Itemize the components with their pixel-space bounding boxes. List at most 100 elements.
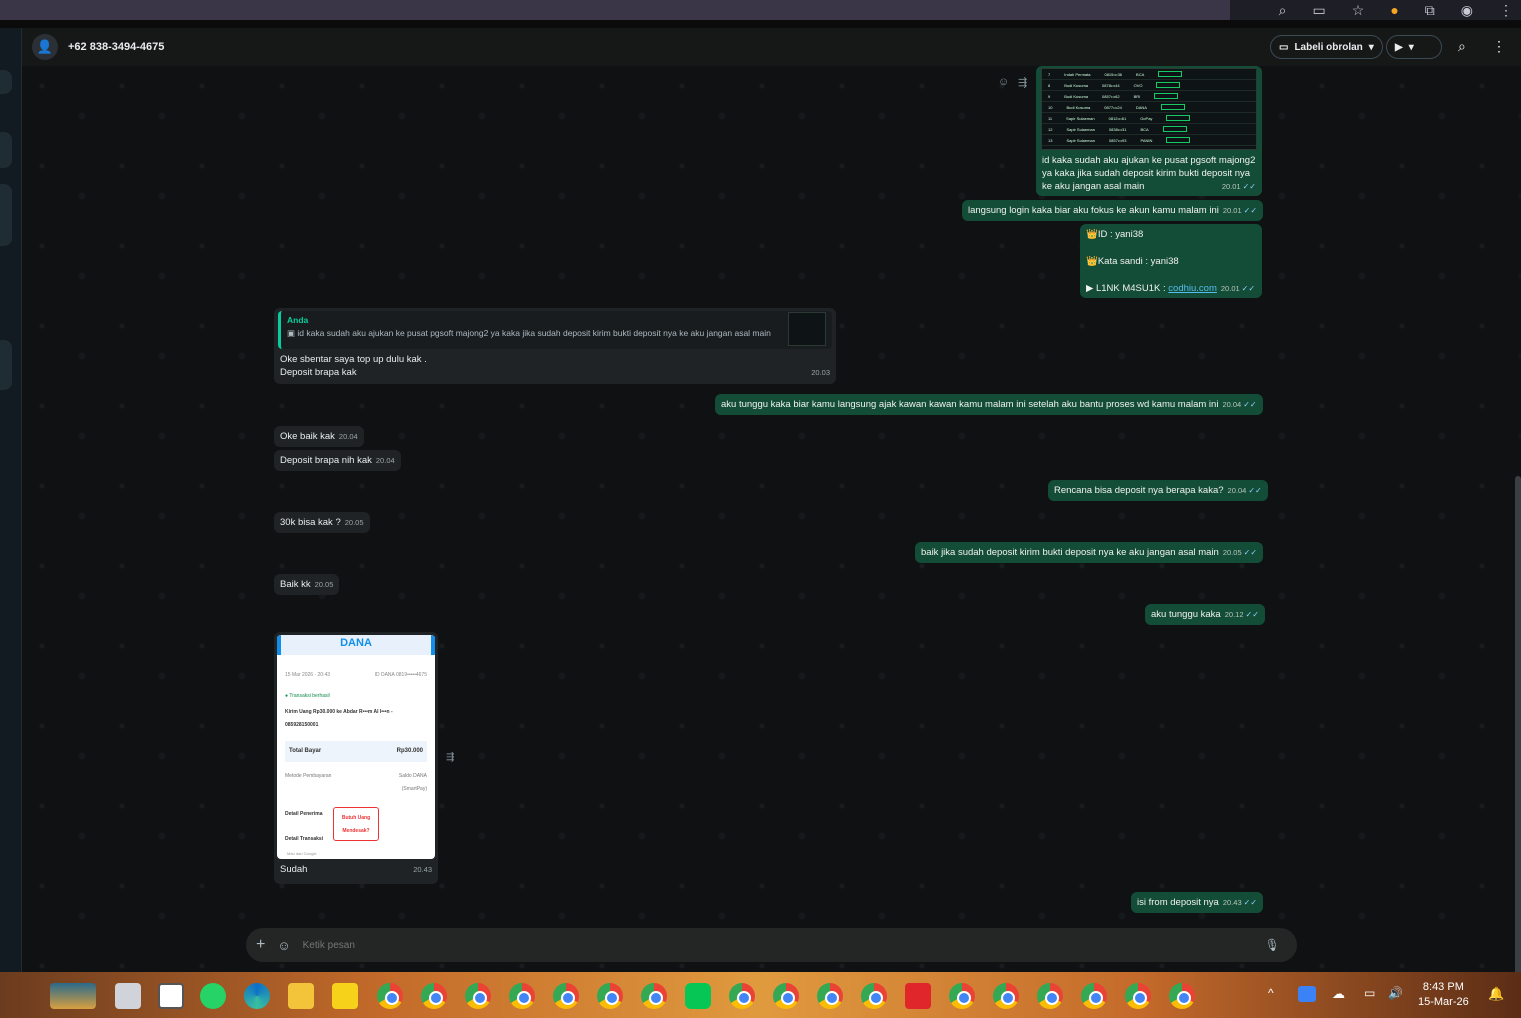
- zoom-icon[interactable]: ⌕: [1279, 2, 1287, 19]
- leaderboard-image[interactable]: 7 Indah Permata 0815•••36 BCA 8 Budi Kusuma 0…: [1041, 68, 1257, 150]
- message-bubble-out[interactable]: 7 Indah Permata 0815•••36 BCA 8 Budi Kusuma 0…: [1036, 66, 1262, 196]
- message-text: Deposit brapa nih kak: [280, 455, 372, 466]
- attach-plus-icon[interactable]: +: [256, 936, 265, 954]
- chat-scrollbar[interactable]: [1515, 476, 1521, 972]
- search-icon[interactable]: ⌕: [1458, 38, 1466, 55]
- message-bubble-out[interactable]: langsung login kaka biar aku fokus ke ak…: [962, 200, 1264, 221]
- chrome-icon[interactable]: [1037, 983, 1063, 1009]
- microphone-icon[interactable]: 🎙: [1265, 938, 1280, 952]
- wps-office-icon[interactable]: [905, 983, 931, 1009]
- dana-brand-text: DANA: [340, 637, 372, 649]
- clock-date: 15-Mar-26: [1418, 996, 1469, 1008]
- message-text: Oke sbentar saya top up dulu kak .: [280, 354, 427, 365]
- message-bubble-in[interactable]: Anda ▣ id kaka sudah aku ajukan ke pusat…: [274, 308, 836, 384]
- clock[interactable]: 8:43 PM 15-Mar-26: [1418, 980, 1469, 1010]
- login-id-text: ID : yani38: [1097, 229, 1144, 240]
- sticky-notes-icon[interactable]: [332, 983, 358, 1009]
- chat-area: ☺ ⇶ 7 Indah Permata 0815•••36 BCA 8 Budi Kus…: [22, 66, 1521, 972]
- label-chat-button[interactable]: ▭ Labeli obrolan ▾: [1270, 35, 1383, 59]
- extension-icon[interactable]: ●: [1390, 2, 1398, 18]
- edge-icon[interactable]: [244, 983, 270, 1009]
- message-bubble-in[interactable]: 30k bisa kak ? 20.05: [274, 512, 370, 533]
- chrome-icon[interactable]: [773, 983, 799, 1009]
- notification-icon[interactable]: 🔔: [1488, 986, 1504, 1002]
- tray-chevron-up-icon[interactable]: ^: [1268, 986, 1274, 1000]
- cast-icon[interactable]: ▭: [1313, 2, 1326, 19]
- message-bubble-in[interactable]: Baik kk 20.05: [274, 574, 340, 595]
- chrome-icon[interactable]: [993, 983, 1019, 1009]
- quote-author: Anda: [287, 315, 309, 325]
- message-text: Rencana bisa deposit nya berapa kaka?: [1054, 485, 1224, 496]
- rail-item[interactable]: [0, 340, 12, 390]
- chrome-icon[interactable]: [465, 983, 491, 1009]
- login-link[interactable]: codhiu.com: [1168, 283, 1217, 294]
- chrome-icon[interactable]: [1125, 983, 1151, 1009]
- message-text: Oke baik kak: [280, 431, 335, 442]
- receipt-desc: Kirim Uang Rp30.000 ke Abdar R•••m Al l•…: [285, 709, 393, 728]
- folder-icon[interactable]: [288, 983, 314, 1009]
- file-explorer-icon[interactable]: [115, 983, 141, 1009]
- chrome-icon[interactable]: [1081, 983, 1107, 1009]
- windows-taskbar: [0, 972, 1521, 1018]
- onedrive-icon[interactable]: ☁: [1332, 986, 1345, 1002]
- password-text: Kata sandi : yani38: [1097, 256, 1179, 267]
- volume-icon[interactable]: 🔊: [1388, 986, 1403, 1000]
- message-bubble-out[interactable]: 👑ID : yani38 👑Kata sandi : yani38 ▶ L1NK…: [1080, 224, 1262, 298]
- read-receipt-icon: ✓✓: [1242, 182, 1256, 191]
- sticker-icon[interactable]: ☺: [277, 938, 290, 953]
- message-bubble-out[interactable]: Rencana bisa deposit nya berapa kaka? 20.…: [1048, 480, 1268, 501]
- chevron-down-icon: ▾: [1368, 41, 1374, 53]
- chrome-icon[interactable]: [641, 983, 667, 1009]
- line-app-icon[interactable]: [685, 983, 711, 1009]
- message-text: isi from deposit nya: [1137, 897, 1219, 908]
- weather-widget-icon[interactable]: [50, 983, 96, 1009]
- text-editor-icon[interactable]: [158, 983, 184, 1009]
- chrome-icon[interactable]: [1169, 983, 1195, 1009]
- message-input[interactable]: [302, 939, 1243, 951]
- message-bubble-in[interactable]: Deposit brapa nih kak 20.04: [274, 450, 401, 471]
- chrome-icon[interactable]: [729, 983, 755, 1009]
- video-call-button[interactable]: ▶ ▾: [1386, 35, 1442, 59]
- whatsapp-icon[interactable]: [200, 983, 226, 1009]
- chrome-icon[interactable]: [509, 983, 535, 1009]
- network-icon[interactable]: ▭: [1364, 986, 1375, 1000]
- read-receipt-icon: ✓✓: [1243, 206, 1258, 215]
- chrome-icon[interactable]: [421, 983, 447, 1009]
- chrome-icon[interactable]: [949, 983, 975, 1009]
- chrome-icon[interactable]: [861, 983, 887, 1009]
- browser-tab-strip: [0, 0, 1230, 20]
- message-time: 20.05: [1222, 548, 1242, 557]
- forward-icon[interactable]: ⇶: [446, 752, 454, 763]
- forward-icon[interactable]: ⇶: [1018, 76, 1027, 89]
- message-text: 30k bisa kak ?: [280, 517, 341, 528]
- contact-name[interactable]: +62 838-3494-4675: [68, 41, 164, 53]
- message-bubble-in[interactable]: Oke baik kak 20.04: [274, 426, 364, 447]
- read-receipt-icon: ✓✓: [1241, 284, 1256, 293]
- puzzle-icon[interactable]: ⧉: [1425, 2, 1435, 19]
- emoji-react-icon[interactable]: ☺: [998, 76, 1009, 88]
- rail-item[interactable]: [0, 184, 12, 246]
- quoted-message[interactable]: Anda ▣ id kaka sudah aku ajukan ke pusat…: [278, 311, 832, 349]
- chrome-icon[interactable]: [377, 983, 403, 1009]
- chrome-icon[interactable]: [597, 983, 623, 1009]
- rail-item[interactable]: [0, 70, 12, 94]
- message-bubble-out[interactable]: aku tunggu kaka 20.12 ✓✓: [1145, 604, 1265, 625]
- message-text: baik jika sudah deposit kirim bukti depo…: [921, 547, 1219, 558]
- profile-icon[interactable]: ◉: [1461, 2, 1473, 19]
- message-bubble-out[interactable]: isi from deposit nya 20.43 ✓✓: [1131, 892, 1264, 913]
- avatar[interactable]: 👤: [32, 34, 58, 60]
- message-bubble-out[interactable]: aku tunggu kaka biar kamu langsung ajak …: [715, 394, 1263, 415]
- message-bubble-in[interactable]: DANA 15 Mar 2026 · 20:43 ID DANA 0819••••…: [274, 632, 438, 884]
- cloud-sync-icon[interactable]: [1298, 986, 1316, 1002]
- message-time: 20.05: [314, 580, 334, 589]
- menu-icon[interactable]: ⋮: [1492, 38, 1506, 55]
- quote-thumbnail: [788, 312, 826, 346]
- total-label: Total Bayar: [289, 748, 322, 754]
- rail-item[interactable]: [0, 132, 12, 168]
- receipt-image[interactable]: DANA 15 Mar 2026 · 20:43 ID DANA 0819••••…: [277, 635, 435, 859]
- chrome-icon[interactable]: [553, 983, 579, 1009]
- message-bubble-out[interactable]: baik jika sudah deposit kirim bukti depo…: [915, 542, 1264, 563]
- kebab-menu-icon[interactable]: ⋮: [1499, 2, 1513, 19]
- chrome-icon[interactable]: [817, 983, 843, 1009]
- star-icon[interactable]: ☆: [1352, 2, 1365, 19]
